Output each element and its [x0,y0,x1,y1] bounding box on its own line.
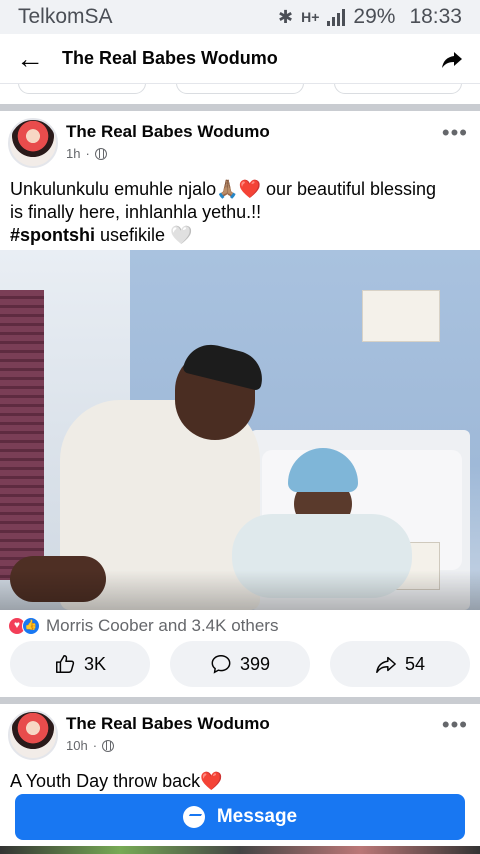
next-post-photo-edge [0,846,480,854]
network-type: H+ [301,9,320,25]
messenger-icon [182,806,205,828]
post-divider [0,697,480,704]
share-button[interactable]: 54 [330,641,470,687]
message-button[interactable]: Message [15,794,465,840]
like-count: 3K [83,653,107,674]
share-arrow-icon [376,656,396,673]
globe-icon [94,147,107,160]
post-meta: 1h · [66,146,107,161]
clock: 18:33 [409,5,462,28]
post-photo[interactable] [0,250,480,610]
app-header: ← The Real Babes Wodumo [0,34,480,84]
like-button[interactable]: 3K [10,641,150,687]
photo-window-blind [0,290,44,580]
globe-icon [102,739,115,752]
like-reaction-icon: 👍 [22,617,40,635]
status-bar: TelkomSA ✱ H+ 29% 18:33 [0,0,480,34]
post-text-line: is finally here, inhlanhla yethu.!! [10,202,262,222]
comment-icon [211,655,231,674]
post-text-rest: usefikile 🤍 [95,225,193,245]
back-arrow-icon[interactable]: ← [16,43,50,75]
carrier-name: TelkomSA [18,5,113,28]
comment-count: 399 [239,653,271,674]
avatar[interactable] [8,118,58,168]
post-text-line: #spontshi usefikile 🤍 [10,224,472,247]
signal-icon [327,8,346,26]
reaction-icons: ♥ 👍 [8,617,40,635]
reactions-text: Morris Coober and 3.4K others [46,616,279,635]
more-options-icon[interactable]: ••• [442,120,468,146]
photo-shadow [0,570,480,610]
post-divider [0,104,480,111]
page-title: The Real Babes Wodumo [62,48,278,68]
share-count: 54 [404,653,426,674]
thumbs-up-icon [56,655,75,673]
post-meta: 10h · [66,738,115,753]
photo-wall-sign [362,290,440,342]
next-post-text: A Youth Day throw back❤️ [10,771,223,791]
status-right: ✱ H+ 29% 18:33 [278,5,462,29]
next-post-header: The Real Babes Wodumo 10h · ••• [0,710,480,770]
post-author[interactable]: The Real Babes Wodumo [66,714,270,734]
reactions-summary[interactable]: ♥ 👍 Morris Coober and 3.4K others [8,614,278,638]
post-time[interactable]: 1h [66,146,80,161]
meta-dot: · [85,146,90,161]
post-header: The Real Babes Wodumo 1h · ••• [0,118,480,178]
post-actions: 3K 399 54 [10,641,470,687]
meta-dot: · [92,738,98,753]
more-options-icon[interactable]: ••• [442,712,468,738]
avatar[interactable] [8,710,58,760]
share-icon[interactable] [440,47,464,71]
hashtag-link[interactable]: #spontshi [10,225,95,245]
previous-post-actions [0,84,480,100]
post-time[interactable]: 10h [66,738,88,753]
message-button-label: Message [216,806,298,827]
battery-level: 29% [353,5,396,28]
post-text: Unkulunkulu emuhle njalo🙏🏽❤️ our beautif… [10,178,472,247]
post-author[interactable]: The Real Babes Wodumo [66,122,270,142]
post-text-line: Unkulunkulu emuhle njalo🙏🏽❤️ our beautif… [10,179,437,199]
comment-button[interactable]: 399 [170,641,310,687]
bluetooth-icon: ✱ [278,6,294,27]
